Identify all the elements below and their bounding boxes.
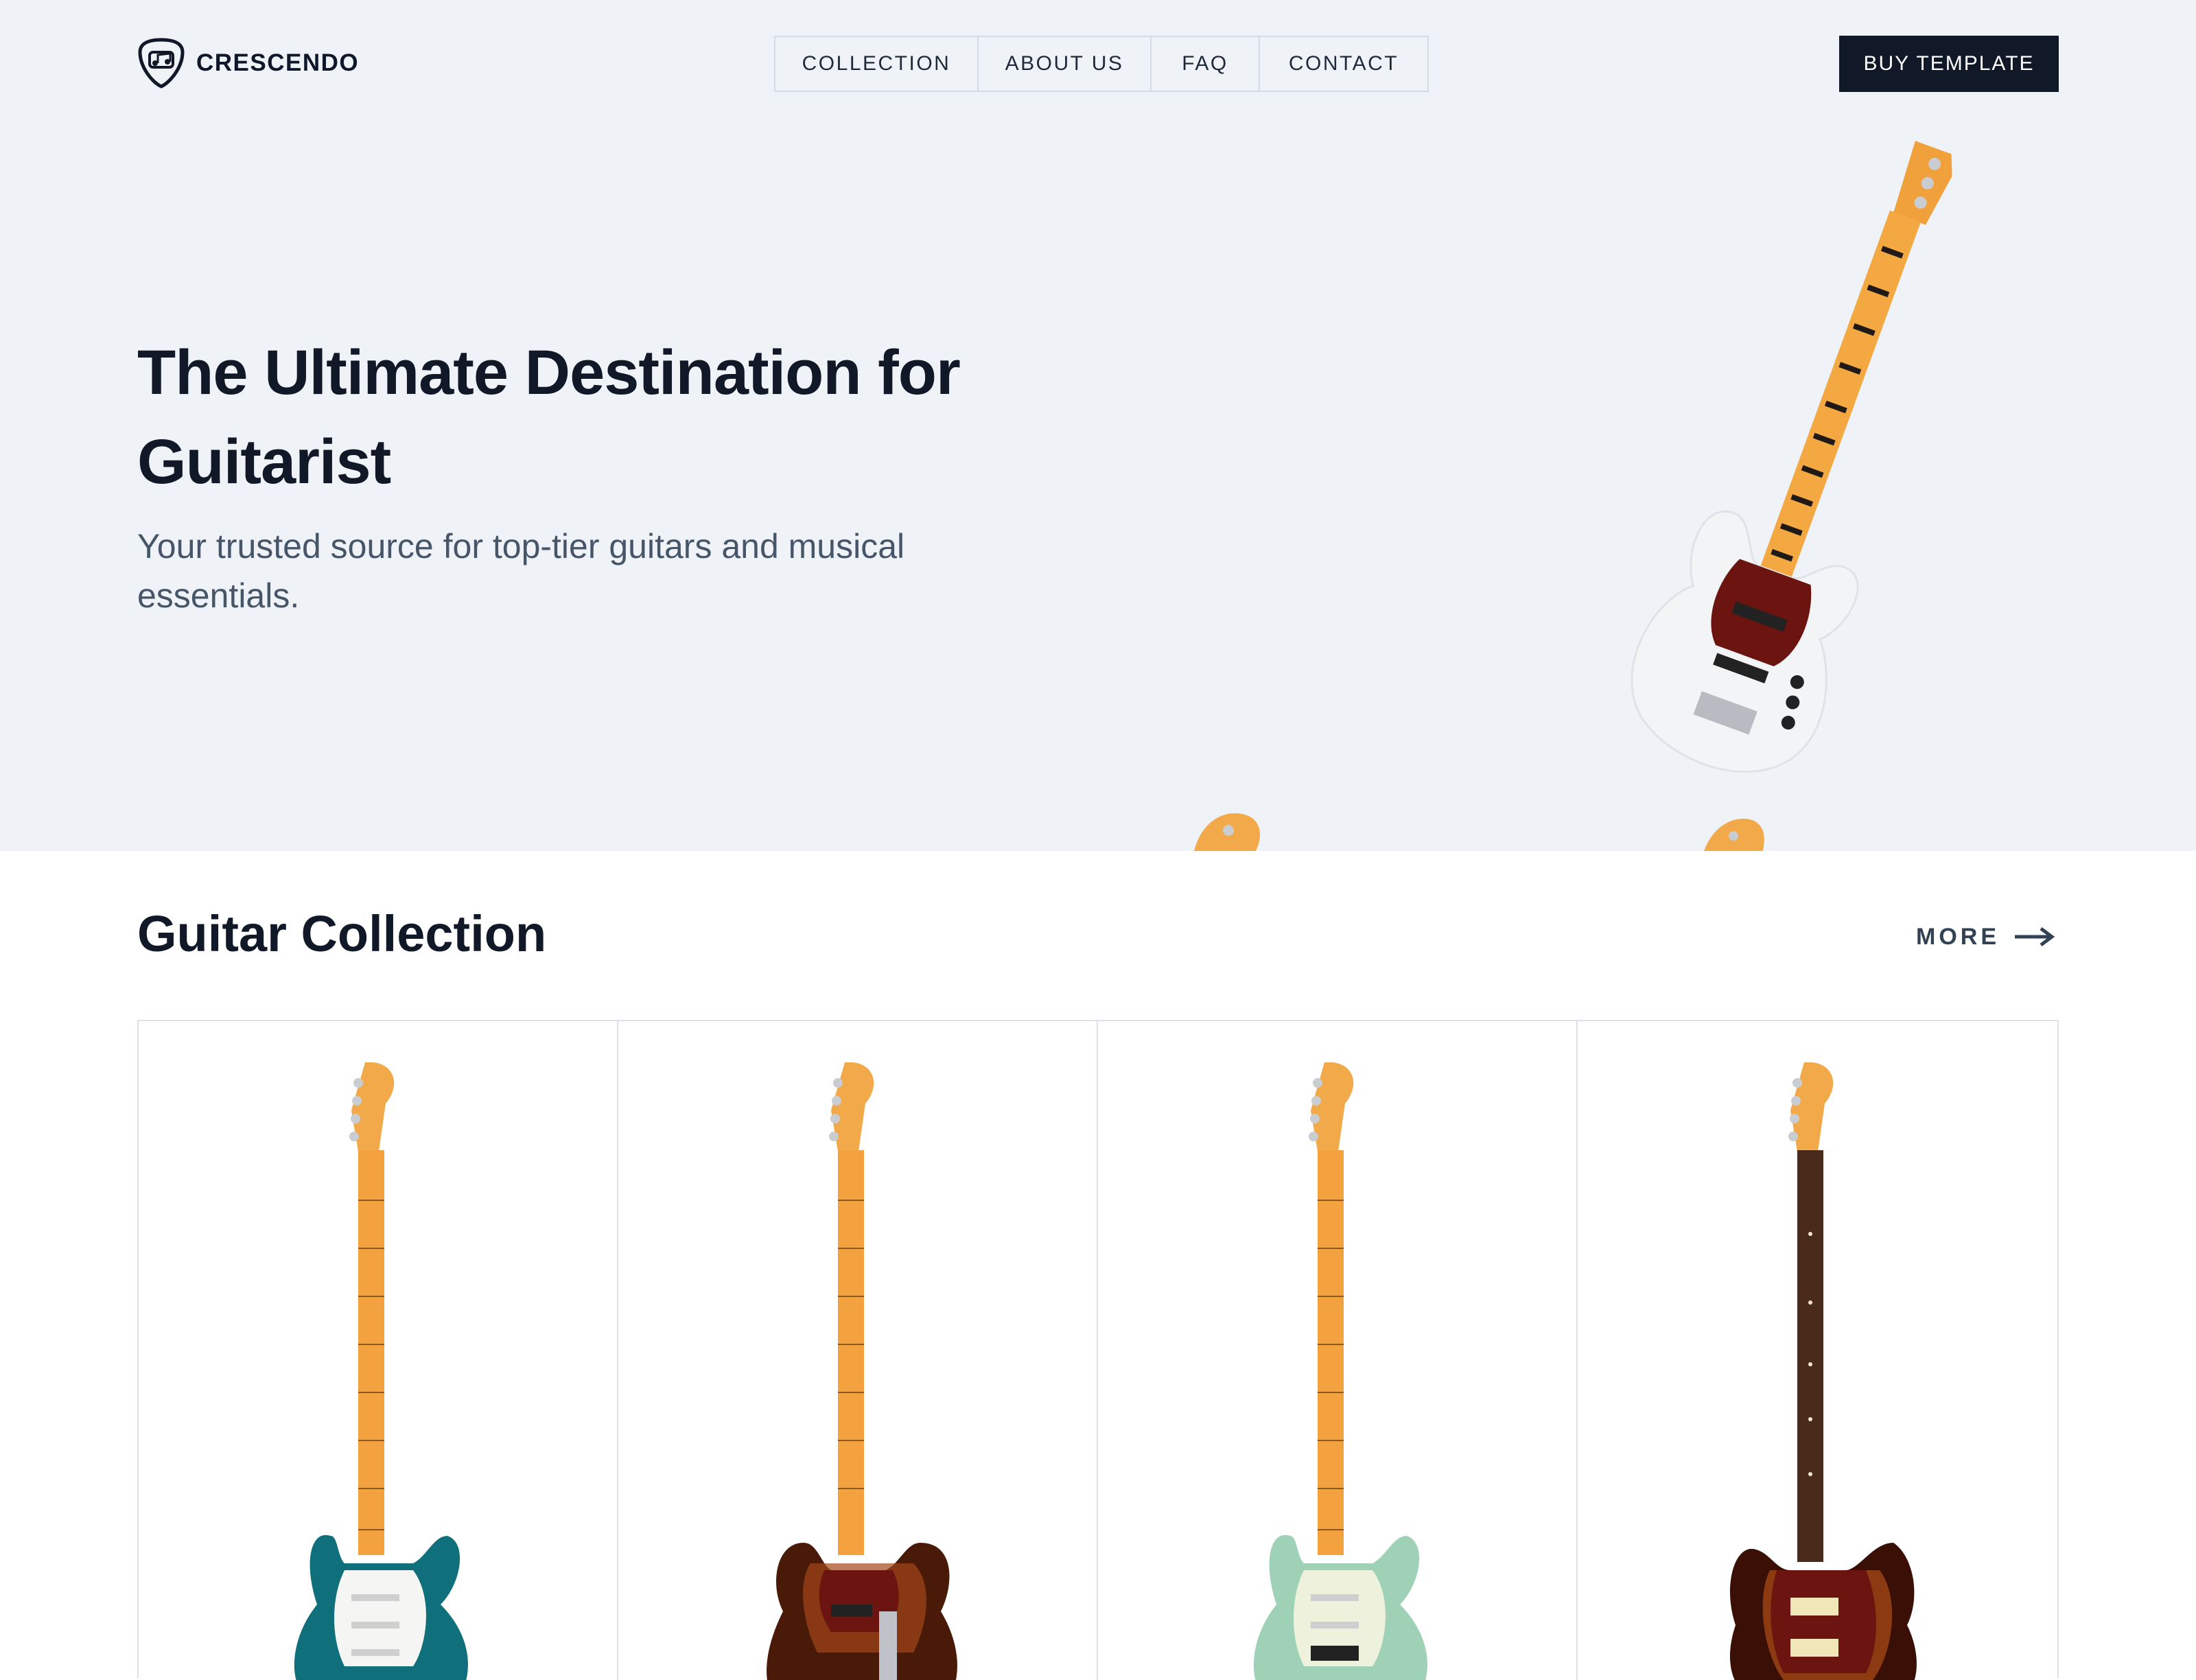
hero-section: CRESCENDO COLLECTION ABOUT US FAQ CONTAC… bbox=[0, 0, 2196, 851]
more-label: MORE bbox=[1916, 923, 2000, 950]
hero-title: The Ultimate Destination for Guitarist bbox=[137, 338, 961, 497]
product-card-teal-strat[interactable] bbox=[139, 1021, 618, 1680]
brand-logo[interactable]: CRESCENDO bbox=[137, 37, 359, 89]
peek-headstock-image bbox=[1194, 813, 1260, 851]
nav-contact[interactable]: CONTACT bbox=[1260, 37, 1427, 91]
buy-template-button[interactable]: BUY TEMPLATE bbox=[1839, 36, 2059, 92]
sunburst-jazzmaster-guitar-image bbox=[1730, 1062, 1917, 1680]
hero-subtitle: Your trusted source for top-tier guitars… bbox=[137, 527, 905, 615]
peek-headstock-image bbox=[1704, 819, 1764, 851]
seafoam-stratocaster-guitar-image bbox=[1253, 1062, 1427, 1680]
sunburst-telecaster-guitar-image bbox=[767, 1062, 957, 1680]
product-card-sunburst-jazzmaster[interactable] bbox=[1578, 1021, 2057, 1680]
main-nav: COLLECTION ABOUT US FAQ CONTACT bbox=[774, 36, 1429, 92]
nav-faq[interactable]: FAQ bbox=[1152, 37, 1260, 91]
teal-stratocaster-guitar-image bbox=[294, 1062, 468, 1680]
guitar-grid bbox=[137, 1020, 2059, 1680]
guitar-pick-logo-icon bbox=[138, 38, 185, 89]
bass-guitar-image bbox=[1631, 141, 1952, 773]
product-card-seafoam-strat[interactable] bbox=[1098, 1021, 1578, 1680]
nav-collection[interactable]: COLLECTION bbox=[775, 37, 979, 91]
brand-name: CRESCENDO bbox=[196, 49, 360, 76]
collection-title: Guitar Collection bbox=[137, 905, 547, 962]
more-link[interactable]: MORE bbox=[1916, 920, 2055, 954]
arrow-right-icon bbox=[2015, 927, 2055, 946]
product-card-sunburst-tele[interactable] bbox=[618, 1021, 1098, 1680]
nav-about-us[interactable]: ABOUT US bbox=[979, 37, 1152, 91]
